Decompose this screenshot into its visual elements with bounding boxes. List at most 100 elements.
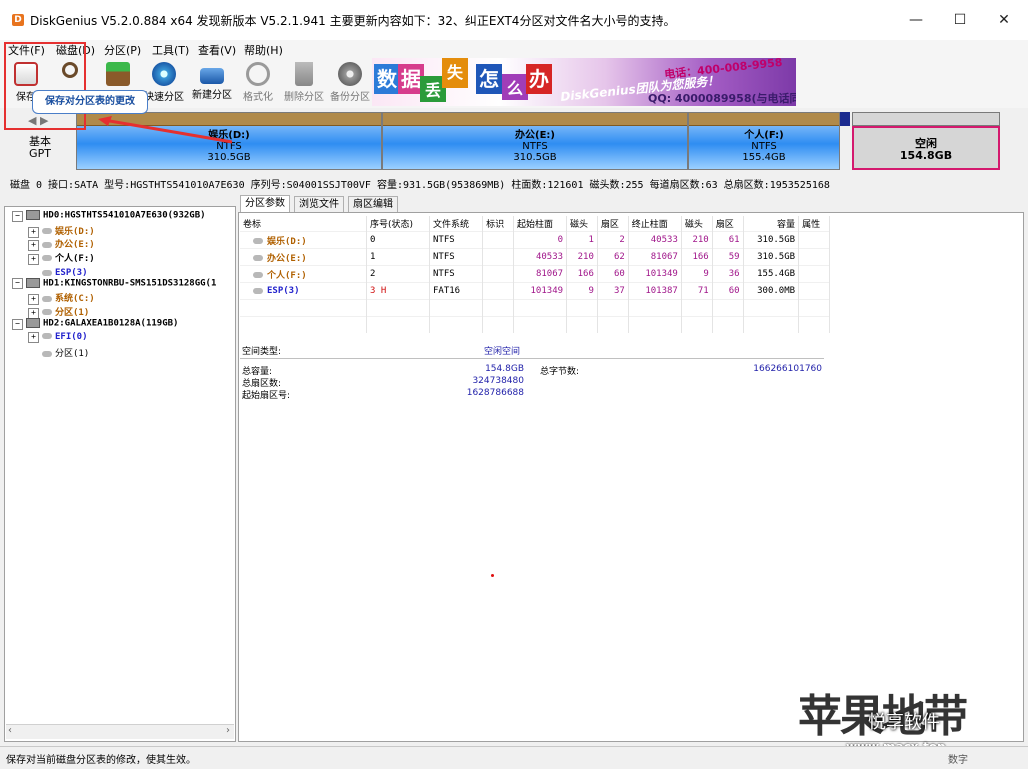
cell-end-sector: 36 <box>712 265 744 283</box>
table-row[interactable]: 娱乐(D:) 0 NTFS 0 1 2 40533 210 61 310.5GB <box>240 231 830 249</box>
cursor-dot <box>491 574 494 577</box>
partition-size: 155.4GB <box>742 152 786 163</box>
status-text: 保存对当前磁盘分区表的修改，使其生效。 <box>6 755 196 766</box>
partition-block-e[interactable]: 办公(E:) NTFS 310.5GB <box>382 112 688 170</box>
cell-fs: FAT16 <box>429 282 484 300</box>
quick-partition-button[interactable]: 快速分区 <box>142 60 186 106</box>
tab-partition-params[interactable]: 分区参数 <box>240 195 290 213</box>
tree-item-label: HD2:GALAXEA1B0128A(119GB) <box>43 318 179 329</box>
app-icon: D <box>12 14 24 26</box>
col-end-head[interactable]: 磁头 <box>681 216 713 232</box>
table-row[interactable]: 办公(E:) 1 NTFS 40533 210 62 81067 166 59 310.5GB <box>240 248 830 266</box>
partition-icon <box>42 269 52 276</box>
col-index[interactable]: 序号(状态) <box>366 216 430 232</box>
tree-horizontal-scrollbar[interactable]: ‹ › <box>6 724 234 739</box>
col-end-sector[interactable]: 扇区 <box>712 216 744 232</box>
tree-partition-item[interactable]: 分区(1) <box>28 345 89 359</box>
delete-partition-label: 删除分区 <box>284 92 324 103</box>
tree-disk-item[interactable]: − HD0:HGSTHTS541010A7E630(932GB) <box>12 210 206 223</box>
cell-attr <box>798 282 830 300</box>
empty-cell <box>366 299 430 317</box>
quick-partition-label: 快速分区 <box>144 92 184 103</box>
cell-end-head: 9 <box>681 265 713 283</box>
format-button[interactable]: 格式化 <box>236 60 280 106</box>
hard-disk-icon <box>26 277 40 288</box>
format-icon <box>246 62 270 86</box>
menu-help[interactable]: 帮助(H) <box>244 42 283 58</box>
hard-disk-icon <box>26 210 40 220</box>
free-space-block[interactable]: 空闲 154.8GB <box>852 126 1000 170</box>
tree-partition-item[interactable]: + EFI(0) <box>28 331 88 345</box>
cell-end-sector: 61 <box>712 231 744 249</box>
menu-partition[interactable]: 分区(P) <box>104 42 141 58</box>
cell-capacity: 155.4GB <box>743 265 800 283</box>
new-partition-button[interactable]: 新建分区 <box>190 60 234 106</box>
tree-partition-item[interactable]: + 系统(C:) <box>28 291 95 305</box>
tab-sector-edit[interactable]: 扇区编辑 <box>348 196 398 213</box>
total-sectors-value: 324738480 <box>472 376 524 386</box>
backup-partition-button[interactable]: 备份分区 <box>328 60 372 106</box>
tree-partition-item[interactable]: ESP(3) <box>28 264 88 278</box>
tree-item-label: ESP(3) <box>55 268 88 278</box>
tree-partition-item[interactable]: + 个人(F:) <box>28 251 95 265</box>
tooltip: 保存对分区表的更改 <box>32 90 148 114</box>
empty-cell <box>566 316 598 333</box>
expand-toggle-icon[interactable]: + <box>28 253 39 265</box>
cell-end-sector: 59 <box>712 248 744 266</box>
col-start-cyl[interactable]: 起始柱面 <box>513 216 568 232</box>
partition-block-f[interactable]: 个人(F:) NTFS 155.4GB <box>688 112 840 170</box>
empty-cell <box>798 316 830 333</box>
expand-toggle-icon[interactable]: + <box>28 331 39 343</box>
col-start-sector[interactable]: 扇区 <box>597 216 629 232</box>
partition-block-esp[interactable] <box>840 112 850 126</box>
tree-disk-item[interactable]: − HD2:GALAXEA1B0128A(119GB) <box>12 318 178 331</box>
expand-toggle-icon[interactable]: + <box>28 226 39 238</box>
delete-partition-button[interactable]: 删除分区 <box>282 60 326 106</box>
tree-partition-item[interactable]: + 办公(E:) <box>28 237 95 251</box>
tree-disk-item[interactable]: − HD1:KINGSTONRBU-SMS151DS3128GG(1 <box>12 277 216 291</box>
col-attr[interactable]: 属性 <box>798 216 830 232</box>
info-divider <box>240 358 824 359</box>
partition-icon <box>42 255 52 261</box>
tree-item-label: 娱乐(D:) <box>55 226 95 237</box>
minimize-button[interactable]: — <box>896 8 936 32</box>
cell-label: 娱乐(D:) <box>240 231 367 249</box>
close-button[interactable]: ✕ <box>984 8 1024 32</box>
expand-toggle-icon[interactable]: + <box>28 307 39 319</box>
col-flag[interactable]: 标识 <box>482 216 514 232</box>
table-row[interactable]: 个人(F:) 2 NTFS 81067 166 60 101349 9 36 155.4GB <box>240 265 830 283</box>
cell-end-sector: 60 <box>712 282 744 300</box>
cell-capacity: 310.5GB <box>743 231 800 249</box>
tree-partition-item[interactable]: + 娱乐(D:) <box>28 224 95 238</box>
cell-start-head: 9 <box>566 282 598 300</box>
cell-start-cyl: 0 <box>513 231 568 249</box>
expand-toggle-icon[interactable]: − <box>12 278 23 289</box>
empty-cell <box>743 299 800 317</box>
menu-tools[interactable]: 工具(T) <box>152 42 189 58</box>
table-row-empty <box>240 299 830 317</box>
cell-attr <box>798 248 830 266</box>
col-capacity[interactable]: 容量 <box>743 216 800 232</box>
expand-toggle-icon[interactable]: + <box>28 294 39 305</box>
highlight-box <box>4 42 86 130</box>
expand-toggle-icon[interactable]: − <box>12 210 23 222</box>
col-fs[interactable]: 文件系统 <box>429 216 484 232</box>
partition-label: ESP(3) <box>267 286 300 296</box>
tab-browse-files[interactable]: 浏览文件 <box>294 196 344 213</box>
cell-index: 0 <box>366 231 430 249</box>
recover-icon <box>106 62 130 86</box>
expand-toggle-icon[interactable]: + <box>28 240 39 251</box>
col-label[interactable]: 卷标 <box>240 216 367 232</box>
tree-partition-item[interactable]: + 分区(1) <box>28 305 90 319</box>
col-end-cyl[interactable]: 终止柱面 <box>628 216 682 232</box>
backup-partition-icon <box>338 62 362 86</box>
menu-view[interactable]: 查看(V) <box>198 42 236 58</box>
col-start-head[interactable]: 磁头 <box>566 216 598 232</box>
tree-item-label: 分区(1) <box>55 307 90 318</box>
table-row[interactable]: ESP(3) 3 H FAT16 101349 9 37 101387 71 60 300.0MB <box>240 282 830 300</box>
partition-icon <box>253 272 263 278</box>
expand-toggle-icon[interactable]: − <box>12 318 23 330</box>
maximize-button[interactable]: ☐ <box>940 8 980 32</box>
cell-fs: NTFS <box>429 248 484 266</box>
ad-banner[interactable]: 数 据 丢 失 怎 么 办 DiskGenius团队为您服务！ 电话：400-0… <box>372 58 796 106</box>
